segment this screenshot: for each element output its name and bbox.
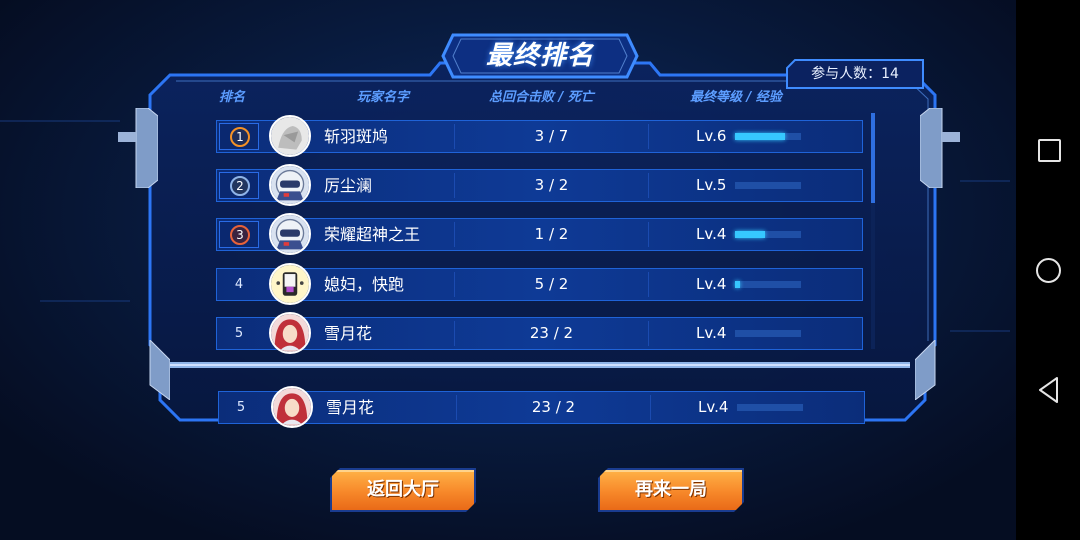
xp-bar-fill	[735, 281, 740, 288]
back-to-lobby-button[interactable]: 返回大厅	[330, 468, 476, 512]
player-avatar[interactable]	[269, 164, 311, 206]
xp-bar	[737, 404, 803, 411]
header-level-xp: 最终等级 / 经验	[690, 90, 782, 105]
right-bracket-ornament	[920, 108, 960, 188]
bg-circuit	[40, 300, 130, 302]
xp-bar	[735, 133, 801, 140]
header-player-name: 玩家名字	[357, 90, 410, 105]
left-bracket-ornament	[118, 108, 158, 188]
final-level: Lv.4	[698, 398, 729, 416]
final-level: Lv.4	[696, 275, 727, 293]
xp-bar	[735, 330, 801, 337]
results-screen: 最终排名 参与人数：14 排名 玩家名字 总回合击败 / 死亡 最终等级 / 经…	[0, 0, 1080, 540]
kills-deaths: 3 / 2	[534, 176, 569, 194]
self-row[interactable]: 5 雪月花 23 / 2 Lv.4	[218, 386, 865, 428]
rank-cell: 3	[219, 221, 259, 248]
player-name: 厉尘澜	[324, 176, 373, 195]
kills-deaths: 5 / 2	[534, 275, 569, 293]
xp-bar-fill	[735, 133, 785, 140]
page-title: 最终排名	[485, 41, 594, 71]
column-divider	[648, 124, 649, 149]
header-kills-deaths: 总回合击败 / 死亡	[489, 90, 594, 105]
rank-cell: 5	[221, 394, 261, 421]
kills-deaths: 3 / 7	[534, 127, 569, 145]
player-name: 斩羽斑鸠	[324, 127, 389, 146]
column-divider	[650, 395, 651, 420]
xp-bar-fill	[735, 231, 765, 238]
player-name: 媳妇，快跑	[324, 275, 405, 294]
player-avatar[interactable]	[271, 386, 313, 428]
player-name: 雪月花	[326, 398, 375, 417]
column-divider	[648, 321, 649, 346]
final-level: Lv.6	[696, 127, 727, 145]
player-name: 雪月花	[324, 324, 373, 343]
xp-bar	[735, 281, 801, 288]
rank-medal-icon: 1	[230, 127, 250, 147]
rank-cell: 4	[219, 271, 259, 298]
player-avatar[interactable]	[269, 213, 311, 255]
player-avatar[interactable]	[269, 312, 311, 354]
rank-cell: 1	[219, 123, 259, 150]
right-lower-ornament	[915, 340, 936, 400]
rank-number: 4	[234, 277, 244, 292]
final-level: Lv.4	[696, 225, 727, 243]
player-avatar[interactable]	[269, 263, 311, 305]
xp-bar	[735, 231, 801, 238]
ranking-row[interactable]: 4 媳妇，快跑 5 / 2 Lv.4	[216, 263, 863, 305]
column-divider	[648, 222, 649, 247]
home-icon[interactable]	[1036, 258, 1061, 283]
column-divider	[648, 272, 649, 297]
back-icon[interactable]	[1037, 376, 1061, 404]
play-again-button[interactable]: 再来一局	[598, 468, 744, 512]
rank-number: 5	[236, 400, 246, 415]
bg-circuit	[0, 120, 120, 122]
ranking-row[interactable]: 1 斩羽斑鸠 3 / 7 Lv.6	[216, 115, 863, 157]
header-rank: 排名	[219, 90, 246, 105]
xp-bar	[735, 182, 801, 189]
kills-deaths: 23 / 2	[531, 398, 576, 416]
player-avatar[interactable]	[269, 115, 311, 157]
rank-number: 5	[234, 326, 244, 341]
bg-circuit	[960, 180, 1010, 182]
participant-count: 参与人数：14	[811, 66, 899, 82]
rank-cell: 5	[219, 320, 259, 347]
ranking-row[interactable]: 3 荣耀超神之王 1 / 2 Lv.4	[216, 213, 863, 255]
rank-cell: 2	[219, 172, 259, 199]
final-level: Lv.4	[696, 324, 727, 342]
column-divider	[648, 173, 649, 198]
player-name: 荣耀超神之王	[324, 225, 421, 244]
final-level: Lv.5	[696, 176, 727, 194]
scrollbar-thumb[interactable]	[871, 113, 875, 203]
kills-deaths: 23 / 2	[529, 324, 574, 342]
bg-circuit	[950, 330, 1010, 332]
rank-medal-icon: 3	[230, 225, 250, 245]
left-lower-ornament	[149, 340, 170, 400]
rank-medal-icon: 2	[230, 176, 250, 196]
ranking-row[interactable]: 2 厉尘澜 3 / 2 Lv.5	[216, 164, 863, 206]
ranking-row[interactable]: 5 雪月花 23 / 2 Lv.4	[216, 312, 863, 354]
kills-deaths: 1 / 2	[534, 225, 569, 243]
recent-apps-icon[interactable]	[1038, 139, 1061, 162]
